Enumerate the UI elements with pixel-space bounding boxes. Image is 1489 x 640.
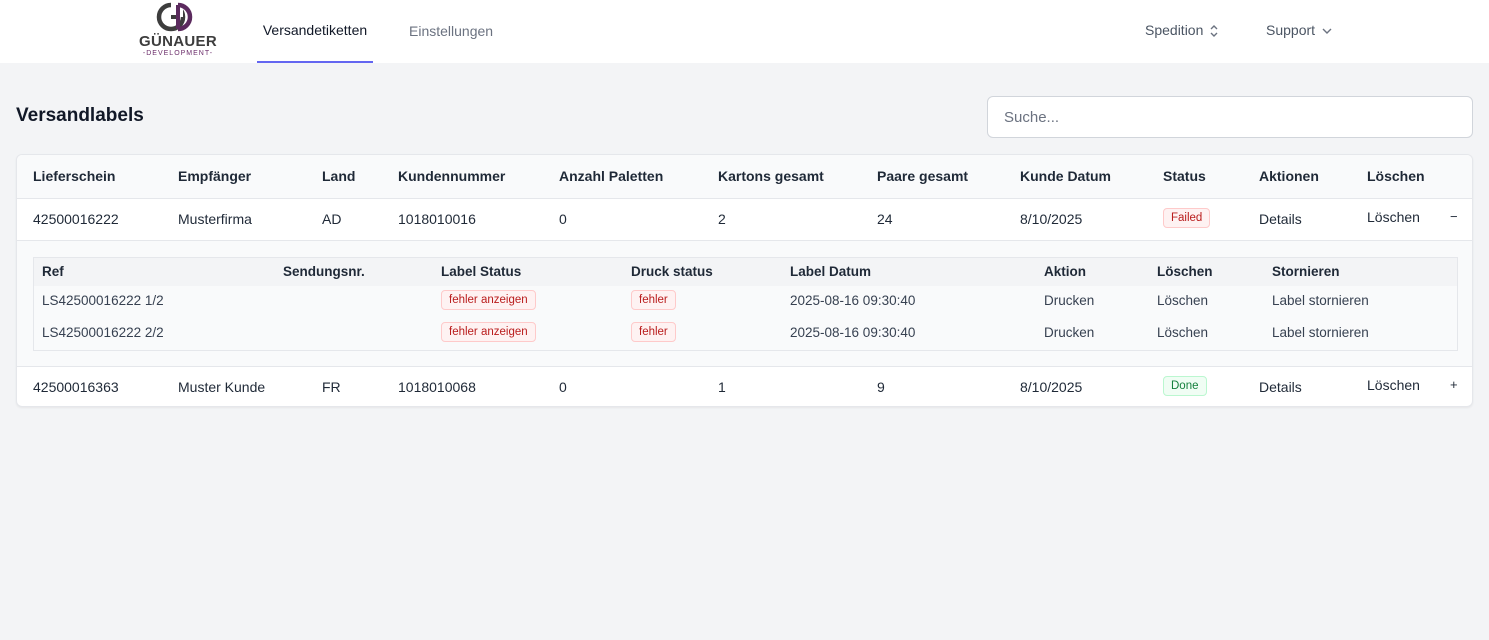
cancel-label-link[interactable]: Label stornieren — [1272, 325, 1369, 340]
column-header-anzahl-paletten: Anzahl Paletten — [559, 168, 664, 184]
cell-land: AD — [322, 211, 342, 227]
cell-kartons-gesamt: 2 — [718, 211, 726, 227]
table-header: Lieferschein Empfänger Land Kundennummer… — [17, 155, 1472, 199]
tab-versandetiketten[interactable]: Versandetiketten — [257, 0, 373, 63]
page-title: Versandlabels — [16, 105, 144, 126]
chevron-up-down-icon — [1210, 25, 1218, 38]
expand-row-toggle[interactable]: + — [1450, 377, 1458, 392]
delete-label-link[interactable]: Löschen — [1157, 325, 1208, 340]
delete-link[interactable]: Löschen — [1367, 377, 1420, 393]
tab-einstellungen[interactable]: Einstellungen — [405, 0, 497, 63]
print-status-badge: fehler — [631, 290, 676, 310]
chevron-down-icon — [1322, 28, 1332, 35]
subcolumn-header-aktion: Aktion — [1044, 264, 1086, 279]
cell-anzahl-paletten: 0 — [559, 211, 567, 227]
details-link[interactable]: Details — [1259, 379, 1302, 395]
labels-subtable: Ref Sendungsnr. Label Status Druck statu… — [33, 257, 1458, 351]
subcolumn-header-loeschen: Löschen — [1157, 264, 1213, 279]
details-link[interactable]: Details — [1259, 211, 1302, 227]
spedition-menu-button[interactable]: Spedition — [1145, 0, 1219, 63]
print-link[interactable]: Drucken — [1044, 325, 1094, 340]
column-header-kunde-datum: Kunde Datum — [1020, 168, 1111, 184]
cell-paare-gesamt: 9 — [877, 379, 885, 395]
spedition-menu-label: Spedition — [1145, 22, 1204, 38]
print-link[interactable]: Drucken — [1044, 293, 1094, 308]
column-header-empfaenger: Empfänger — [178, 168, 252, 184]
column-header-lieferschein: Lieferschein — [33, 168, 116, 184]
status-badge: Done — [1163, 376, 1207, 396]
cell-land: FR — [322, 379, 341, 395]
cancel-label-link[interactable]: Label stornieren — [1272, 293, 1369, 308]
expanded-row-detail: Ref Sendungsnr. Label Status Druck statu… — [17, 241, 1472, 367]
logo-subtitle: -DEVELOPMENT- — [142, 50, 214, 57]
show-error-button[interactable]: fehler anzeigen — [441, 290, 536, 310]
support-menu-label: Support — [1266, 22, 1316, 38]
subtable-row: LS42500016222 1/2 fehler anzeigen fehler… — [34, 286, 1457, 318]
cell-lieferschein: 42500016363 — [33, 379, 119, 395]
subcell-label-datum: 2025-08-16 09:30:40 — [790, 325, 916, 340]
subcolumn-header-ref: Ref — [42, 264, 64, 279]
company-logo[interactable]: GÜNAUER -DEVELOPMENT- — [138, 2, 218, 58]
cell-kunde-datum: 8/10/2025 — [1020, 211, 1083, 227]
cell-empfaenger: Musterfirma — [178, 211, 252, 227]
column-header-status: Status — [1163, 168, 1206, 184]
subcell-label-datum: 2025-08-16 09:30:40 — [790, 293, 916, 308]
shipping-labels-table: Lieferschein Empfänger Land Kundennummer… — [16, 154, 1473, 407]
table-row: 42500016222 Musterfirma AD 1018010016 0 … — [17, 199, 1472, 240]
cell-kundennummer: 1018010068 — [398, 379, 476, 395]
delete-link[interactable]: Löschen — [1367, 209, 1420, 225]
subcolumn-header-sendungsnr: Sendungsnr. — [283, 264, 365, 279]
subcell-ref: LS42500016222 2/2 — [42, 325, 164, 340]
status-badge: Failed — [1163, 208, 1211, 228]
subtable-header: Ref Sendungsnr. Label Status Druck statu… — [34, 258, 1457, 286]
logo-wordmark: GÜNAUER — [139, 33, 217, 50]
cell-lieferschein: 42500016222 — [33, 211, 119, 227]
column-header-paare-gesamt: Paare gesamt — [877, 168, 969, 184]
cell-anzahl-paletten: 0 — [559, 379, 567, 395]
show-error-button[interactable]: fehler anzeigen — [441, 322, 536, 342]
cell-kartons-gesamt: 1 — [718, 379, 726, 395]
table-row: 42500016363 Muster Kunde FR 1018010068 0… — [17, 367, 1472, 406]
cell-paare-gesamt: 24 — [877, 211, 893, 227]
cell-empfaenger: Muster Kunde — [178, 379, 266, 395]
subcolumn-header-label-datum: Label Datum — [790, 264, 872, 279]
subcolumn-header-stornieren: Stornieren — [1272, 264, 1340, 279]
cell-kundennummer: 1018010016 — [398, 211, 476, 227]
top-navigation-bar: GÜNAUER -DEVELOPMENT- Versandetiketten E… — [0, 0, 1489, 63]
subcolumn-header-label-status: Label Status — [441, 264, 522, 279]
column-header-kundennummer: Kundennummer — [398, 168, 506, 184]
column-header-loeschen: Löschen — [1367, 168, 1425, 184]
column-header-aktionen: Aktionen — [1259, 168, 1319, 184]
collapse-row-toggle[interactable]: − — [1450, 209, 1458, 224]
print-status-badge: fehler — [631, 322, 676, 342]
search-input[interactable] — [987, 96, 1473, 138]
subcolumn-header-druck-status: Druck status — [631, 264, 713, 279]
cell-kunde-datum: 8/10/2025 — [1020, 379, 1083, 395]
delete-label-link[interactable]: Löschen — [1157, 293, 1208, 308]
column-header-kartons-gesamt: Kartons gesamt — [718, 168, 824, 184]
column-header-land: Land — [322, 168, 356, 184]
support-menu-button[interactable]: Support — [1266, 0, 1333, 63]
logo-mark-icon — [156, 2, 193, 32]
subcell-ref: LS42500016222 1/2 — [42, 293, 164, 308]
subtable-row: LS42500016222 2/2 fehler anzeigen fehler… — [34, 318, 1457, 350]
